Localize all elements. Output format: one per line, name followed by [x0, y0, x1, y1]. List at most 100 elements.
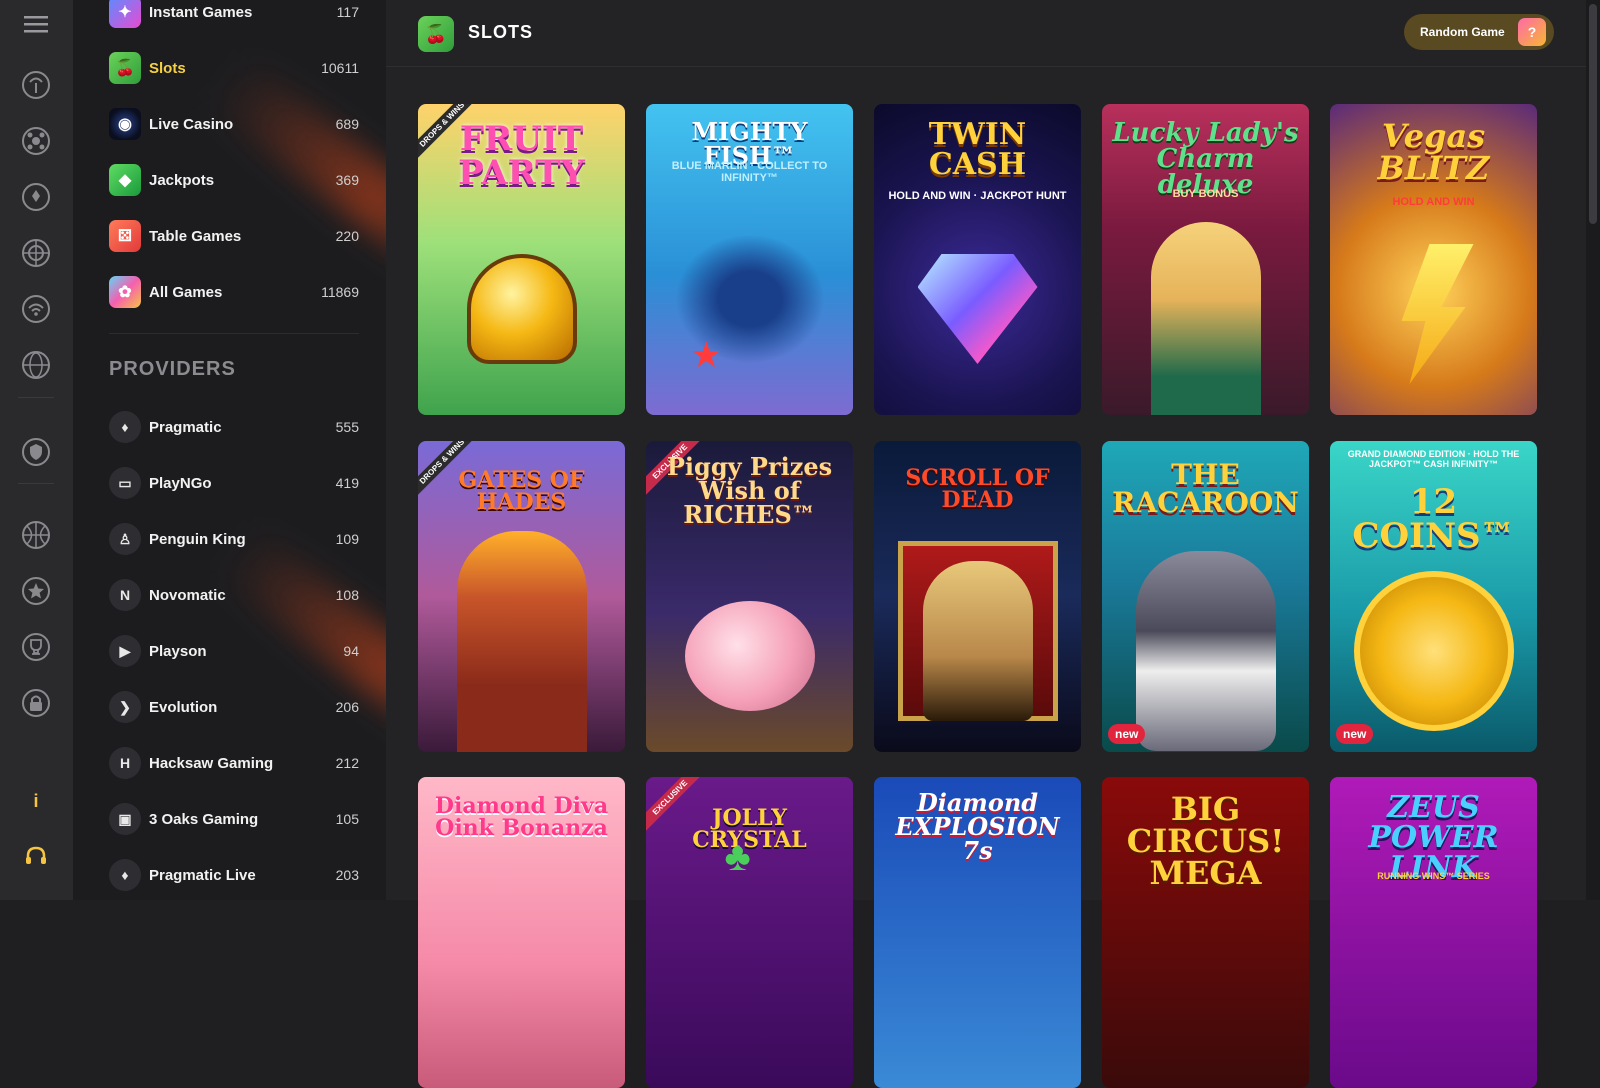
novomatic-logo-icon: N — [109, 579, 141, 611]
sidebar-item-count: 220 — [335, 228, 359, 244]
game-subtitle: BUY BONUS — [1172, 188, 1239, 200]
provider-label: Novomatic — [149, 586, 226, 604]
sidebar-item-jackpots[interactable]: ◆ Jackpots 369 — [109, 162, 359, 198]
game-title: Piggy Prizes Wish of RICHES™ — [666, 452, 833, 529]
piggy-artwork — [684, 601, 815, 711]
provider-item-pragmatic-live[interactable]: ♦ Pragmatic Live 203 — [109, 857, 359, 893]
star-icon[interactable] — [21, 576, 51, 606]
game-card-mighty-fish[interactable]: MIGHTY FISH™ BLUE MARLIN · COLLECT TO IN… — [646, 104, 853, 415]
pragmatic-logo-icon: ♦ — [109, 411, 141, 443]
sidebar-item-label: Instant Games — [149, 3, 253, 21]
game-card-diamond-diva[interactable]: Diamond Diva Oink Bonanza — [418, 777, 625, 1088]
new-badge: new — [1336, 724, 1374, 744]
game-title: SCROLL OF DEAD — [905, 465, 1050, 513]
sidebar-item-count: 11869 — [321, 284, 359, 300]
game-card-vegas-blitz[interactable]: Vegas BLITZ HOLD AND WIN — [1330, 104, 1537, 415]
rocket-icon: ✦ — [109, 0, 141, 28]
sidebar-item-table-games[interactable]: ⚄ Table Games 220 — [109, 218, 359, 254]
question-icon: ? — [1518, 18, 1546, 46]
jackpot-icon: ◆ — [109, 164, 141, 196]
soccer-icon[interactable] — [21, 126, 51, 156]
trophy-icon[interactable] — [21, 632, 51, 662]
provider-label: Pragmatic — [149, 418, 222, 436]
icon-rail: i — [0, 0, 73, 900]
palm-icon[interactable] — [21, 70, 51, 100]
provider-item-evolution[interactable]: ❯ Evolution 206 — [109, 689, 359, 725]
globe-icon[interactable] — [21, 350, 51, 380]
game-subtitle: HOLD AND WIN — [1392, 196, 1475, 208]
provider-count: 206 — [335, 699, 359, 715]
provider-item-hacksaw-gaming[interactable]: H Hacksaw Gaming 212 — [109, 745, 359, 781]
sidebar-item-slots[interactable]: 🍒 Slots 10611 — [109, 50, 359, 86]
provider-item-3-oaks-gaming[interactable]: ▣ 3 Oaks Gaming 105 — [109, 801, 359, 837]
penguin-king-logo-icon: ♙ — [109, 523, 141, 555]
game-card-gates-of-hades[interactable]: DROPS & WINS GATES OF HADES — [418, 441, 625, 752]
game-card-fruit-party[interactable]: DROPS & WINS FRUIT PARTY — [418, 104, 625, 415]
provider-item-playngo[interactable]: ▭ PlayNGo 419 — [109, 465, 359, 501]
raccoon-artwork — [1135, 551, 1276, 751]
provider-count: 105 — [335, 811, 359, 827]
starfish-icon: ★ — [690, 334, 723, 375]
diamond-artwork — [917, 254, 1038, 364]
provider-item-novomatic[interactable]: N Novomatic 108 — [109, 577, 359, 613]
game-card-piggy-prizes[interactable]: EXCLUSIVE Piggy Prizes Wish of RICHES™ — [646, 441, 853, 752]
provider-label: Evolution — [149, 698, 218, 716]
clover-icon[interactable] — [21, 182, 51, 212]
provider-count: 203 — [335, 867, 359, 883]
gold-coin-artwork — [1353, 571, 1514, 731]
game-title: 12 COINS™ — [1352, 482, 1515, 556]
provider-label: 3 Oaks Gaming — [149, 810, 259, 828]
wheel-icon[interactable] — [21, 238, 51, 268]
game-title: Lucky Lady's Charm deluxe — [1112, 118, 1299, 200]
game-card-twin-cash[interactable]: TWIN CASH HOLD AND WIN · JACKPOT HUNT — [874, 104, 1081, 415]
all-games-icon: ✿ — [109, 276, 141, 308]
page-scrollbar[interactable] — [1586, 0, 1600, 900]
provider-count: 555 — [335, 419, 359, 435]
sidebar-item-label: All Games — [149, 283, 223, 301]
sidebar-item-instant-games[interactable]: ✦ Instant Games 117 — [109, 0, 359, 30]
provider-count: 419 — [335, 475, 359, 491]
game-card-zeus-power-link[interactable]: ZEUS POWER LINK RUNNING WINS™ SERIES — [1330, 777, 1537, 1088]
providers-heading: PROVIDERS — [109, 358, 236, 380]
main-content: 🍒 SLOTS Random Game ? DROPS & WINS FRUIT… — [386, 0, 1586, 1088]
sidebar-item-label: Table Games — [149, 227, 242, 245]
game-title: FRUIT PARTY — [458, 119, 585, 193]
provider-item-pragmatic[interactable]: ♦ Pragmatic 555 — [109, 409, 359, 445]
game-subtitle: HOLD AND WIN · JACKPOT HUNT — [888, 190, 1067, 202]
wifi-icon[interactable] — [21, 294, 51, 324]
hades-artwork — [456, 531, 587, 752]
sidebar-item-label: Live Casino — [149, 115, 234, 133]
golden-fruit-artwork — [466, 254, 577, 364]
game-title: BIG CIRCUS! MEGA — [1126, 790, 1285, 892]
game-card-lucky-ladys-charm[interactable]: Lucky Lady's Charm deluxe BUY BONUS — [1102, 104, 1309, 415]
game-title: GATES OF HADES — [458, 467, 585, 515]
game-card-jolly-crystal[interactable]: EXCLUSIVE JOLLY CRYSTAL ♣ — [646, 777, 853, 1088]
hamburger-icon[interactable] — [21, 9, 51, 39]
cherries-icon: 🍒 — [109, 52, 141, 84]
info-icon[interactable]: i — [21, 786, 51, 816]
provider-item-playson[interactable]: ▶ Playson 94 — [109, 633, 359, 669]
headset-icon[interactable] — [21, 842, 51, 872]
provider-label: Pragmatic Live — [149, 866, 256, 884]
game-card-scroll-of-dead[interactable]: SCROLL OF DEAD — [874, 441, 1081, 752]
provider-item-penguin-king[interactable]: ♙ Penguin King 109 — [109, 521, 359, 557]
playson-logo-icon: ▶ — [109, 635, 141, 667]
game-title: Diamond EXPLOSION 7s — [895, 788, 1060, 865]
provider-count: 109 — [335, 531, 359, 547]
provider-label: Playson — [149, 642, 207, 660]
game-card-12-coins[interactable]: GRAND DIAMOND EDITION · HOLD THE JACKPOT… — [1330, 441, 1537, 752]
basketball-icon[interactable] — [21, 520, 51, 550]
shield-icon[interactable] — [21, 437, 51, 467]
game-title: THE RACAROON — [1112, 458, 1299, 519]
lock-icon[interactable] — [21, 688, 51, 718]
random-game-button[interactable]: Random Game ? — [1404, 14, 1554, 50]
scrollbar-thumb[interactable] — [1589, 4, 1597, 224]
game-card-big-circus[interactable]: BIG CIRCUS! MEGA — [1102, 777, 1309, 1088]
live-camera-icon: ◉ — [109, 108, 141, 140]
game-card-diamond-explosion[interactable]: Diamond EXPLOSION 7s — [874, 777, 1081, 1088]
sidebar-item-all-games[interactable]: ✿ All Games 11869 — [109, 274, 359, 310]
sidebar-item-count: 369 — [335, 172, 359, 188]
sidebar-item-live-casino[interactable]: ◉ Live Casino 689 — [109, 106, 359, 142]
game-card-the-racaroon[interactable]: THE RACAROON new — [1102, 441, 1309, 752]
provider-label: Hacksaw Gaming — [149, 754, 274, 772]
